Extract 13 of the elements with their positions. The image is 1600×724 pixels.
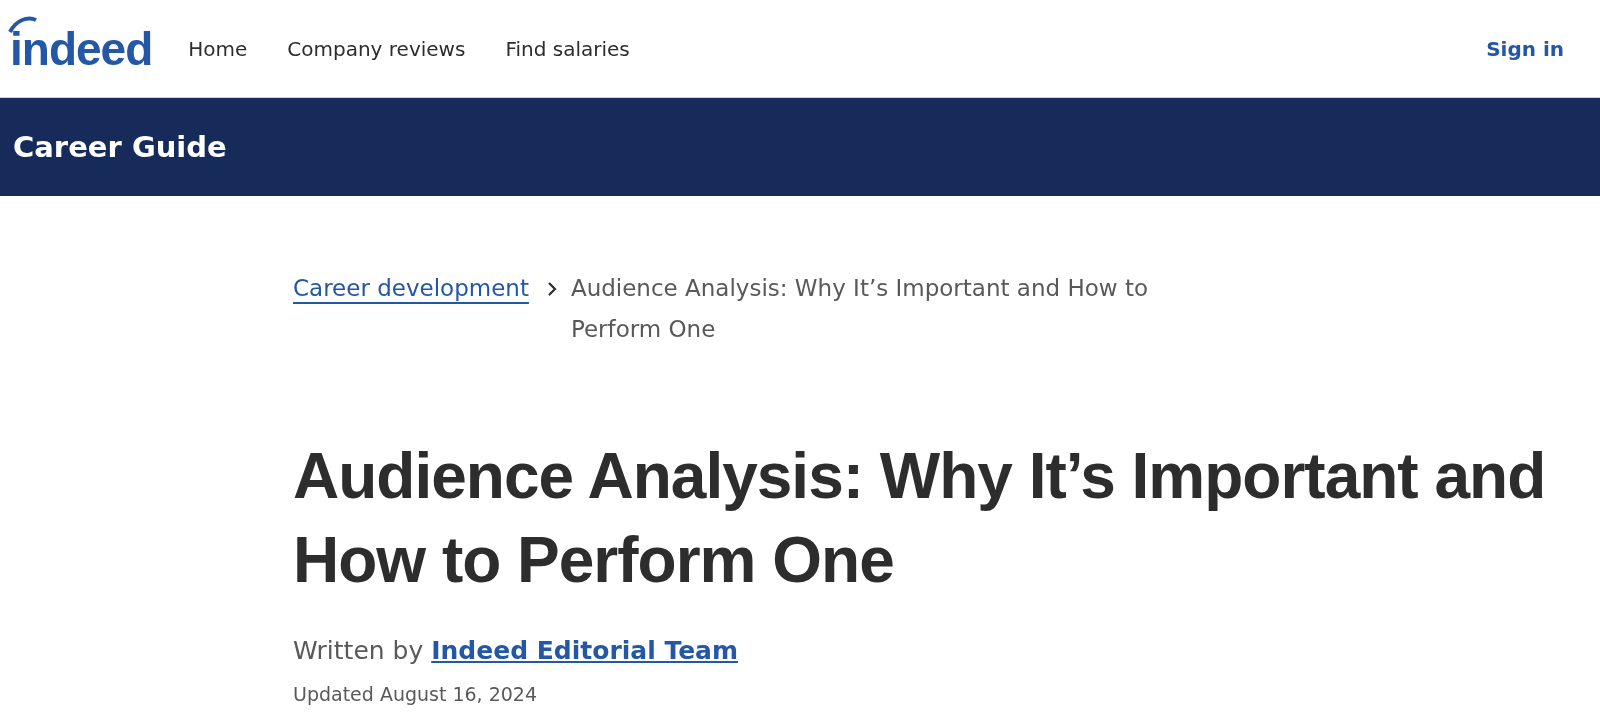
updated-date: Updated August 16, 2024 (293, 683, 539, 705)
byline: Written by Indeed Editorial Team (293, 636, 740, 665)
banner-title: Career Guide (13, 130, 227, 164)
breadcrumb-current: Audience Analysis: Why It’s Important and How to Perform One (570, 274, 1149, 344)
nav-link[interactable]: Company reviews (287, 36, 466, 61)
sign-in-link[interactable]: Sign in (1486, 36, 1564, 61)
chevron-right-icon (546, 281, 557, 297)
nav-link[interactable]: Home (188, 36, 248, 61)
breadcrumb-link[interactable]: Career development (293, 268, 529, 309)
article-title: Audience Analysis: Why It’s Important and How to Perform One (293, 439, 1547, 598)
author-link[interactable]: Indeed Editorial Team (431, 636, 739, 665)
nav-link[interactable]: Find salaries (505, 36, 630, 61)
logo[interactable]: indeed (10, 21, 153, 76)
